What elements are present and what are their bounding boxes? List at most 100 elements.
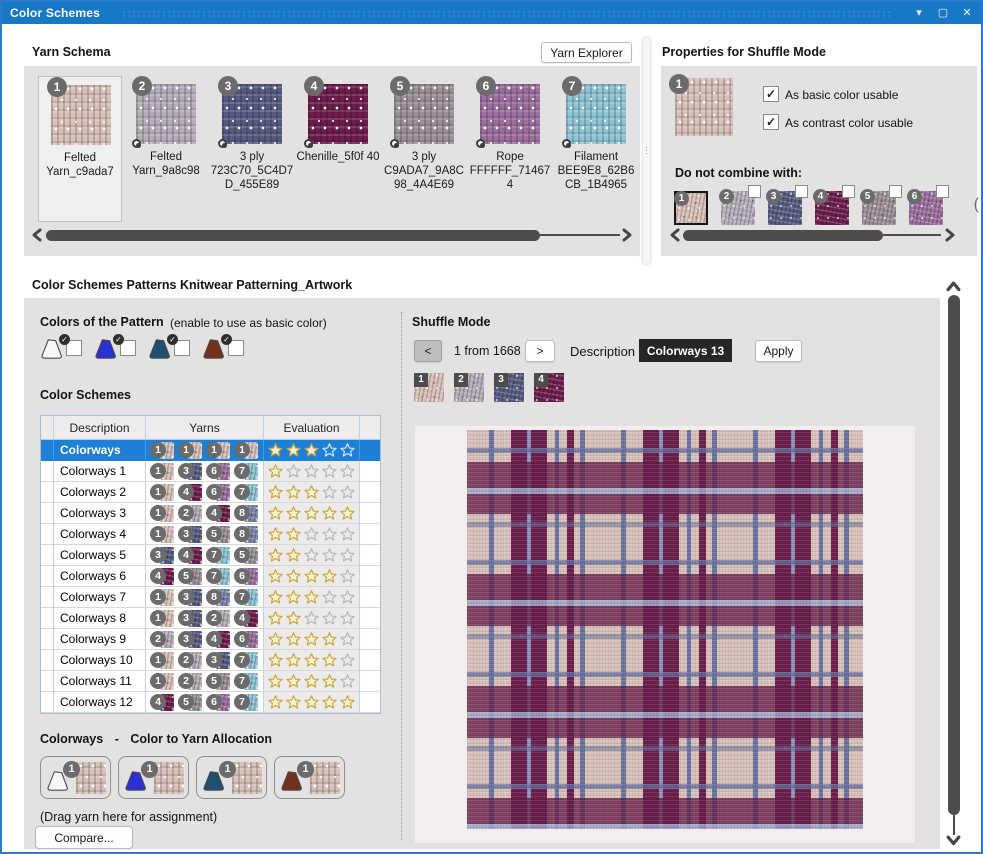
- table-row[interactable]: Colorways 71387: [41, 587, 380, 608]
- yarn-chip-badge: 4: [150, 694, 166, 710]
- table-row[interactable]: Colorways 101237: [41, 650, 380, 671]
- scroll-down-icon[interactable]: [946, 835, 961, 854]
- yarn-card-4[interactable]: 4Chenille_5f0f 40: [296, 76, 380, 222]
- row-selector-cell[interactable]: [41, 545, 54, 566]
- properties-hscroll-thumb[interactable]: [683, 230, 883, 241]
- table-row[interactable]: Colorways 92346: [41, 629, 380, 650]
- combine-checkbox[interactable]: [795, 185, 808, 198]
- table-row[interactable]: Colorways 81324: [41, 608, 380, 629]
- prev-button[interactable]: <: [414, 340, 442, 362]
- allocation-card[interactable]: ✓1: [118, 756, 189, 799]
- vscroll-track[interactable]: [953, 815, 955, 835]
- row-evaluation[interactable]: [264, 587, 360, 608]
- yarn-schema-hscroll-thumb[interactable]: [46, 230, 540, 241]
- yarn-card-2[interactable]: 2Felted Yarn_9a8c98: [124, 76, 208, 222]
- titlebar[interactable]: Color Schemes ▾ ▢ ✕: [2, 2, 981, 24]
- yarn-cone-icon: ✓: [148, 338, 174, 362]
- yarn-schema-hscroll-track[interactable]: [540, 234, 620, 236]
- scroll-left-icon[interactable]: [668, 228, 682, 247]
- row-evaluation[interactable]: [264, 545, 360, 566]
- row-selector-cell[interactable]: [41, 587, 54, 608]
- basic-color-checkbox[interactable]: ✓: [763, 86, 779, 102]
- table-row[interactable]: Colorways 41358: [41, 524, 380, 545]
- row-selector-cell[interactable]: [41, 671, 54, 692]
- scroll-left-icon[interactable]: [30, 228, 44, 247]
- table-row[interactable]: Colorways 53475: [41, 545, 380, 566]
- row-evaluation[interactable]: [264, 440, 360, 461]
- yarn-card-1[interactable]: 1Felted Yarn_c9ada7: [38, 76, 122, 222]
- combine-yarn-4[interactable]: 4: [815, 191, 849, 225]
- row-selector-cell[interactable]: [41, 461, 54, 482]
- row-yarns: 2346: [146, 629, 264, 650]
- row-selector-cell[interactable]: [41, 692, 54, 713]
- combine-yarn-1[interactable]: 1: [674, 191, 708, 225]
- row-spacer-cell: [360, 440, 380, 461]
- row-selector-cell[interactable]: [41, 524, 54, 545]
- origin-marker-icon: [132, 139, 141, 148]
- row-evaluation[interactable]: [264, 461, 360, 482]
- yarn-card-6[interactable]: 6Rope FFFFFF_714674: [468, 76, 552, 222]
- yarn-number-badge: 2: [719, 189, 734, 204]
- window-menu-icon[interactable]: ▾: [909, 4, 929, 22]
- combine-yarn-3[interactable]: 3: [768, 191, 802, 225]
- description-value[interactable]: Colorways 13: [639, 339, 732, 362]
- row-evaluation[interactable]: [264, 671, 360, 692]
- maximize-icon[interactable]: ▢: [933, 4, 953, 22]
- combine-checkbox[interactable]: [842, 185, 855, 198]
- row-selector-cell[interactable]: [41, 566, 54, 587]
- row-evaluation[interactable]: [264, 629, 360, 650]
- row-description: Colorways 9: [54, 629, 146, 650]
- row-evaluation[interactable]: [264, 608, 360, 629]
- apply-button[interactable]: Apply: [755, 340, 802, 362]
- row-evaluation[interactable]: [264, 524, 360, 545]
- yarn-chip-1: 1: [150, 505, 175, 522]
- row-selector-cell[interactable]: [41, 503, 54, 524]
- next-button[interactable]: >: [525, 340, 555, 362]
- yarn-explorer-button[interactable]: Yarn Explorer: [541, 42, 632, 63]
- scroll-right-icon[interactable]: [943, 228, 957, 247]
- row-evaluation[interactable]: [264, 482, 360, 503]
- combine-yarn-5[interactable]: 5: [862, 191, 896, 225]
- row-evaluation[interactable]: [264, 566, 360, 587]
- star-rating: [267, 568, 356, 585]
- row-selector-cell[interactable]: [41, 629, 54, 650]
- row-evaluation[interactable]: [264, 503, 360, 524]
- yarn-card-7[interactable]: 7Filament BEE9E8_62B6CB_1B4965: [554, 76, 638, 222]
- row-selector-cell[interactable]: [41, 608, 54, 629]
- table-row[interactable]: Colorways 31248: [41, 503, 380, 524]
- table-row[interactable]: Colorways 21467: [41, 482, 380, 503]
- panel-splitter[interactable]: [643, 38, 650, 264]
- allocation-card[interactable]: ✓1: [274, 756, 345, 799]
- row-evaluation[interactable]: [264, 650, 360, 671]
- row-selector-cell[interactable]: [41, 440, 54, 461]
- compare-button[interactable]: Compare...: [35, 826, 133, 849]
- combine-scroll-right-partial-icon[interactable]: (: [974, 196, 979, 214]
- yarn-card-3[interactable]: 33 ply 723C70_5C4D7D_455E89: [210, 76, 294, 222]
- combine-yarn-6[interactable]: 6: [909, 191, 943, 225]
- combine-yarn-2[interactable]: 2: [721, 191, 755, 225]
- yarn-chip-3: 3: [178, 463, 203, 480]
- yarn-chip-badge: 1: [150, 610, 166, 626]
- allocation-card[interactable]: ✓1: [196, 756, 267, 799]
- row-selector-cell[interactable]: [41, 650, 54, 671]
- combine-checkbox[interactable]: [889, 185, 902, 198]
- scroll-right-icon[interactable]: [620, 228, 634, 247]
- combine-checkbox[interactable]: [936, 185, 949, 198]
- contrast-color-checkbox[interactable]: ✓: [763, 114, 779, 130]
- table-row[interactable]: Colorways 11367: [41, 461, 380, 482]
- yarn-number-badge: 6: [476, 76, 496, 96]
- table-row[interactable]: Colorways 64576: [41, 566, 380, 587]
- vscroll-thumb[interactable]: [948, 295, 960, 815]
- combine-checkbox[interactable]: [748, 185, 761, 198]
- table-row[interactable]: Colorways 124567: [41, 692, 380, 713]
- row-evaluation[interactable]: [264, 692, 360, 713]
- table-row[interactable]: Colorways1111: [41, 440, 380, 461]
- allocation-card[interactable]: ✓1: [40, 756, 111, 799]
- row-selector-cell[interactable]: [41, 482, 54, 503]
- yarn-chip-badge: 6: [206, 484, 222, 500]
- yarn-card-5[interactable]: 53 ply C9ADA7_9A8C98_4A4E69: [382, 76, 466, 222]
- yarn-chip-1: 1: [178, 442, 203, 459]
- table-row[interactable]: Colorways 111257: [41, 671, 380, 692]
- properties-hscroll-track[interactable]: [883, 234, 941, 236]
- close-icon[interactable]: ✕: [957, 4, 977, 22]
